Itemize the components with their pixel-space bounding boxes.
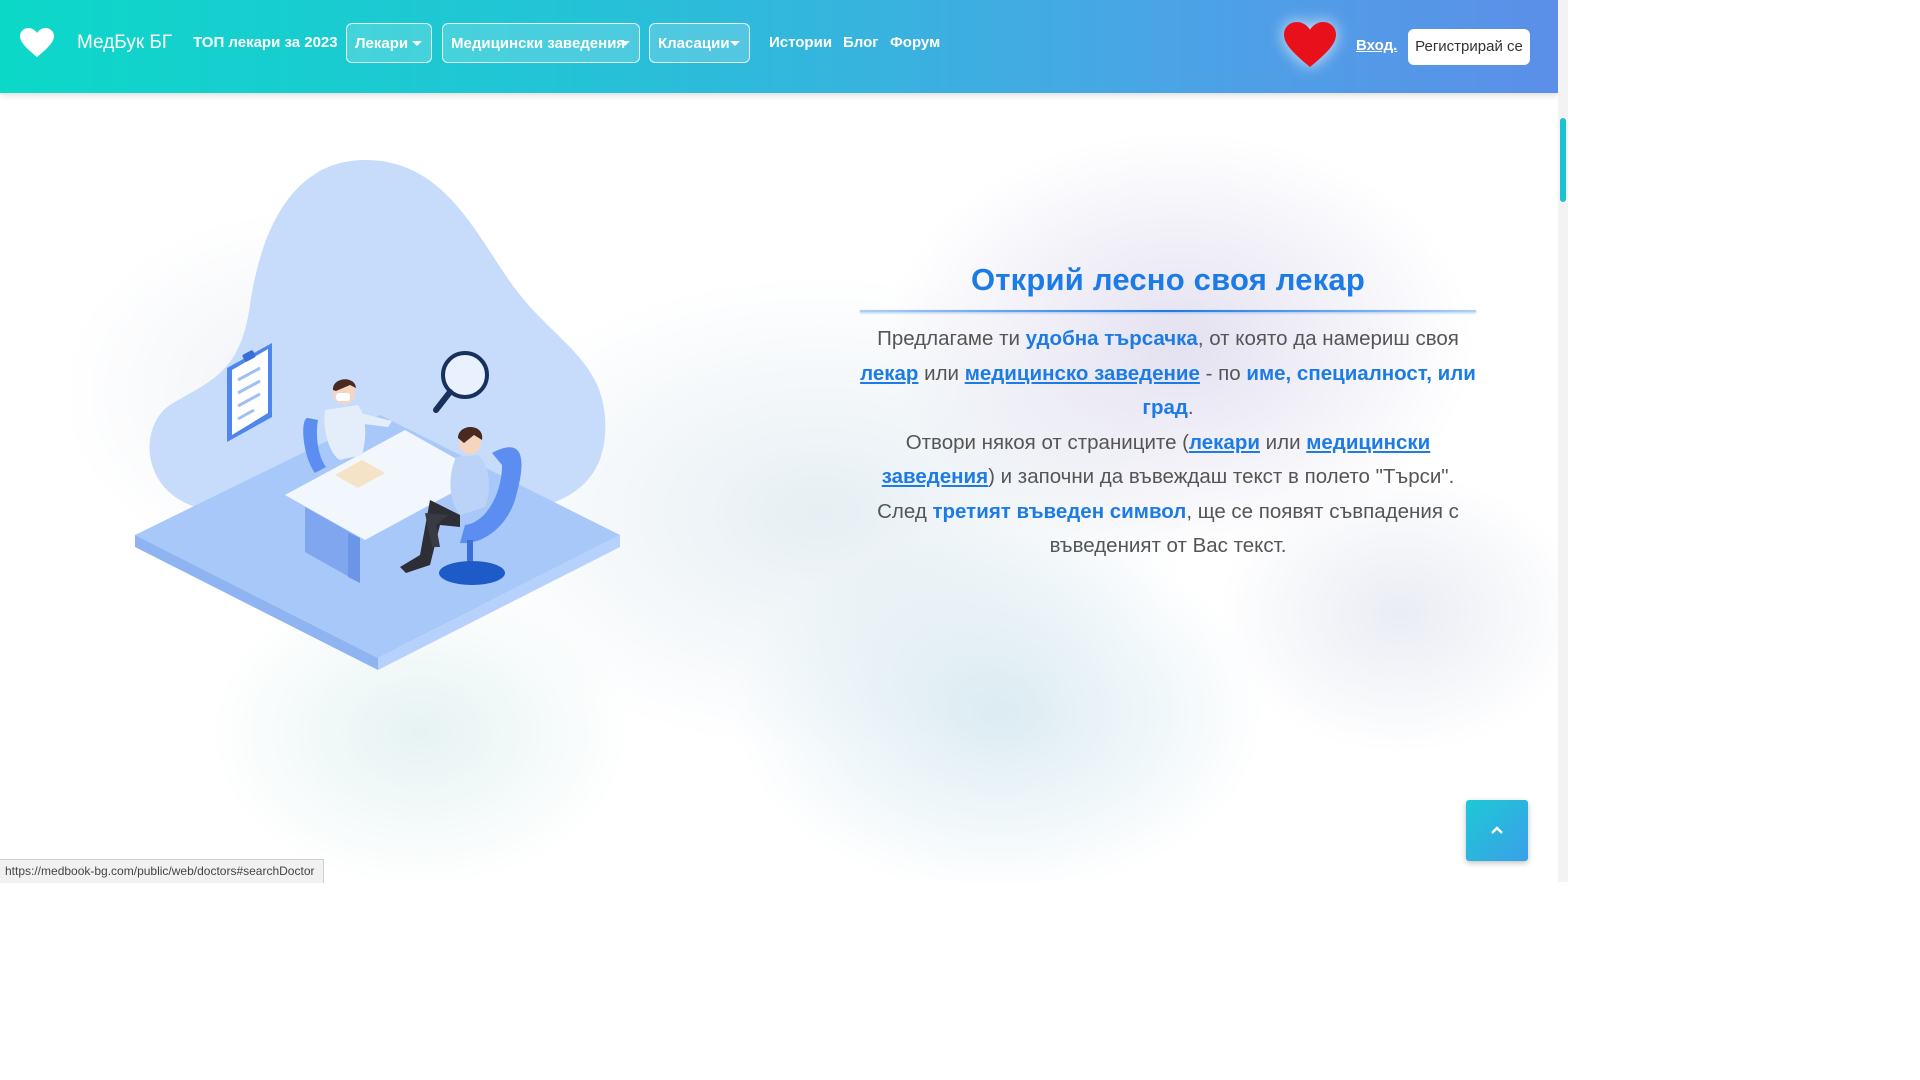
text: - по [1199, 361, 1247, 385]
scrollbar-thumb[interactable] [1560, 118, 1566, 202]
nav-blog[interactable]: Блог [843, 34, 879, 51]
highlight-text: удобна търсачка [1025, 327, 1198, 350]
text: Предлагаме ти [877, 327, 1026, 350]
favorites-heart-icon[interactable] [1284, 22, 1336, 68]
nav-forum[interactable]: Форум [890, 34, 940, 51]
hero-divider [860, 310, 1476, 312]
link-doctors[interactable]: лекари [1189, 431, 1260, 454]
logo-heart-icon[interactable] [20, 28, 54, 58]
text: или [918, 361, 965, 385]
login-link[interactable]: Вход. [1356, 37, 1397, 54]
chevron-up-icon [1491, 826, 1503, 834]
nav-top-doctors[interactable]: ТОП лекари за 2023 [193, 34, 338, 51]
link-medical-facility[interactable]: медицинско заведение [965, 362, 1200, 385]
hero-paragraph-2: Отвори някоя от страниците (лекари или м… [858, 426, 1478, 564]
nav-dropdown-rankings[interactable]: Класации [649, 23, 750, 63]
text: , от която да намериш своя [1197, 327, 1459, 350]
text: . [1187, 396, 1194, 419]
nav-dropdown-doctors[interactable]: Лекари [346, 23, 432, 63]
nav-dropdown-label: Медицински заведения [451, 35, 626, 52]
nav-dropdown-label: Класации [658, 35, 730, 52]
hero-title: Открий лесно своя лекар [970, 262, 1366, 297]
vertical-scrollbar[interactable] [1558, 0, 1568, 882]
hero-section: Открий лесно своя лекар Предлагаме ти уд… [858, 262, 1478, 564]
hero-paragraph-1: Предлагаме ти удобна търсачка, от която … [858, 322, 1478, 426]
link-doctor[interactable]: лекар [860, 362, 918, 385]
text: или [1259, 430, 1307, 454]
scroll-to-top-button[interactable] [1466, 800, 1528, 861]
nav-dropdown-medical-facilities[interactable]: Медицински заведения [442, 23, 640, 63]
browser-status-bar: https://medbook-bg.com/public/web/doctor… [0, 859, 324, 883]
doctor-consultation-illustration [135, 160, 620, 670]
caret-down-icon [730, 41, 740, 46]
highlight-text: третият въведен символ [932, 499, 1187, 523]
navbar: МедБук БГ ТОП лекари за 2023 Лекари Меди… [0, 0, 1558, 93]
brand-name[interactable]: МедБук БГ [77, 32, 172, 54]
text: Отвори някоя от страниците ( [905, 430, 1190, 454]
caret-down-icon [620, 41, 630, 46]
caret-down-icon [412, 41, 422, 46]
nav-stories[interactable]: Истории [769, 34, 832, 51]
register-button[interactable]: Регистрирай се [1408, 29, 1530, 65]
nav-dropdown-label: Лекари [355, 35, 409, 52]
